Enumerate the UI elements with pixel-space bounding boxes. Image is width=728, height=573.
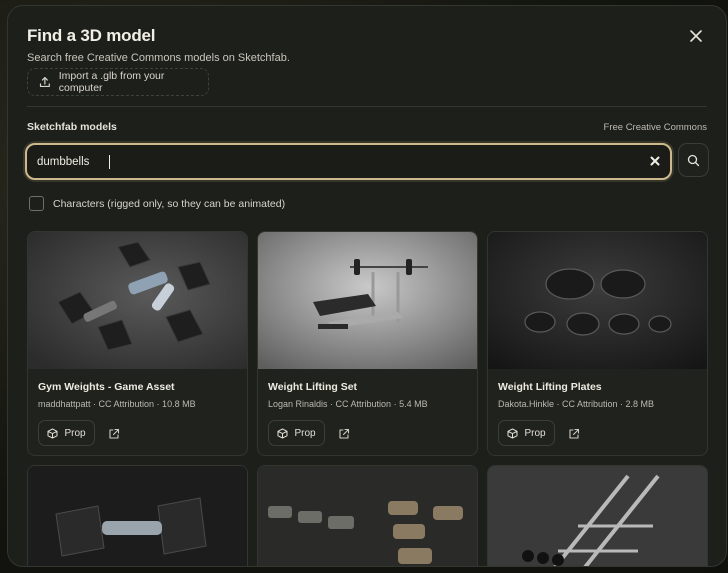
search-button[interactable]: [678, 143, 709, 177]
text-caret: [109, 155, 110, 169]
model-meta: Dakota.Hinkle · CC Attribution · 2.8 MB: [498, 399, 655, 409]
model-thumbnail: [258, 466, 477, 566]
model-thumbnail: [488, 466, 707, 566]
result-card[interactable]: [257, 465, 478, 566]
model-thumbnail: [28, 466, 247, 566]
external-link-icon: [569, 428, 580, 439]
result-card[interactable]: [27, 465, 248, 566]
external-link-icon: [109, 428, 120, 439]
dialog-title: Find a 3D model: [27, 26, 156, 45]
search-input[interactable]: [37, 152, 637, 172]
license-note: Free Creative Commons: [603, 122, 707, 133]
prop-label: Prop: [64, 427, 86, 439]
model-name: Weight Lifting Set: [268, 381, 358, 393]
import-label: Import a .glb from your computer: [58, 70, 165, 94]
upload-icon: [39, 76, 50, 88]
model-meta: Logan Rinaldis · CC Attribution · 5.4 MB: [268, 399, 428, 409]
external-link-icon: [339, 428, 350, 439]
cube-icon: [507, 428, 518, 438]
model-name: Gym Weights - Game Asset: [38, 381, 175, 393]
model-meta: maddhattpatt · CC Attribution · 10.8 MB: [38, 399, 196, 409]
find-model-dialog: Find a 3D model Search free Creative Com…: [7, 5, 727, 567]
model-thumbnail: [258, 232, 477, 369]
model-name: Weight Lifting Plates: [498, 381, 602, 393]
open-external-button[interactable]: [108, 427, 120, 439]
cube-icon: [277, 428, 288, 438]
prop-label: Prop: [294, 427, 316, 439]
add-prop-button[interactable]: Prop: [268, 420, 325, 446]
import-glb-button[interactable]: Import a .glb from your computer: [27, 68, 209, 96]
result-card[interactable]: Gym Weights - Game Asset maddhattpatt · …: [27, 231, 248, 456]
section-label: Sketchfab models: [27, 121, 117, 133]
close-button[interactable]: [688, 28, 704, 44]
search-icon: [687, 154, 700, 166]
open-external-button[interactable]: [338, 427, 350, 439]
result-card[interactable]: Weight Lifting Plates Dakota.Hinkle · CC…: [487, 231, 708, 456]
search-field: [25, 143, 672, 180]
result-card[interactable]: [487, 465, 708, 566]
prop-label: Prop: [524, 427, 546, 439]
divider: [27, 106, 707, 107]
cube-icon: [47, 428, 58, 438]
close-icon: [690, 30, 702, 42]
open-external-button[interactable]: [568, 427, 580, 439]
dialog-subtitle: Search free Creative Commons models on S…: [27, 52, 290, 64]
characters-filter: Characters (rigged only, so they can be …: [29, 196, 285, 211]
clear-search-button[interactable]: [648, 154, 662, 168]
add-prop-button[interactable]: Prop: [38, 420, 95, 446]
characters-checkbox[interactable]: [29, 196, 44, 211]
characters-filter-label[interactable]: Characters (rigged only, so they can be …: [53, 198, 285, 210]
add-prop-button[interactable]: Prop: [498, 420, 555, 446]
result-card[interactable]: Weight Lifting Set Logan Rinaldis · CC A…: [257, 231, 478, 456]
model-thumbnail: [488, 232, 707, 369]
model-thumbnail: [28, 232, 247, 369]
x-icon: [650, 156, 660, 166]
